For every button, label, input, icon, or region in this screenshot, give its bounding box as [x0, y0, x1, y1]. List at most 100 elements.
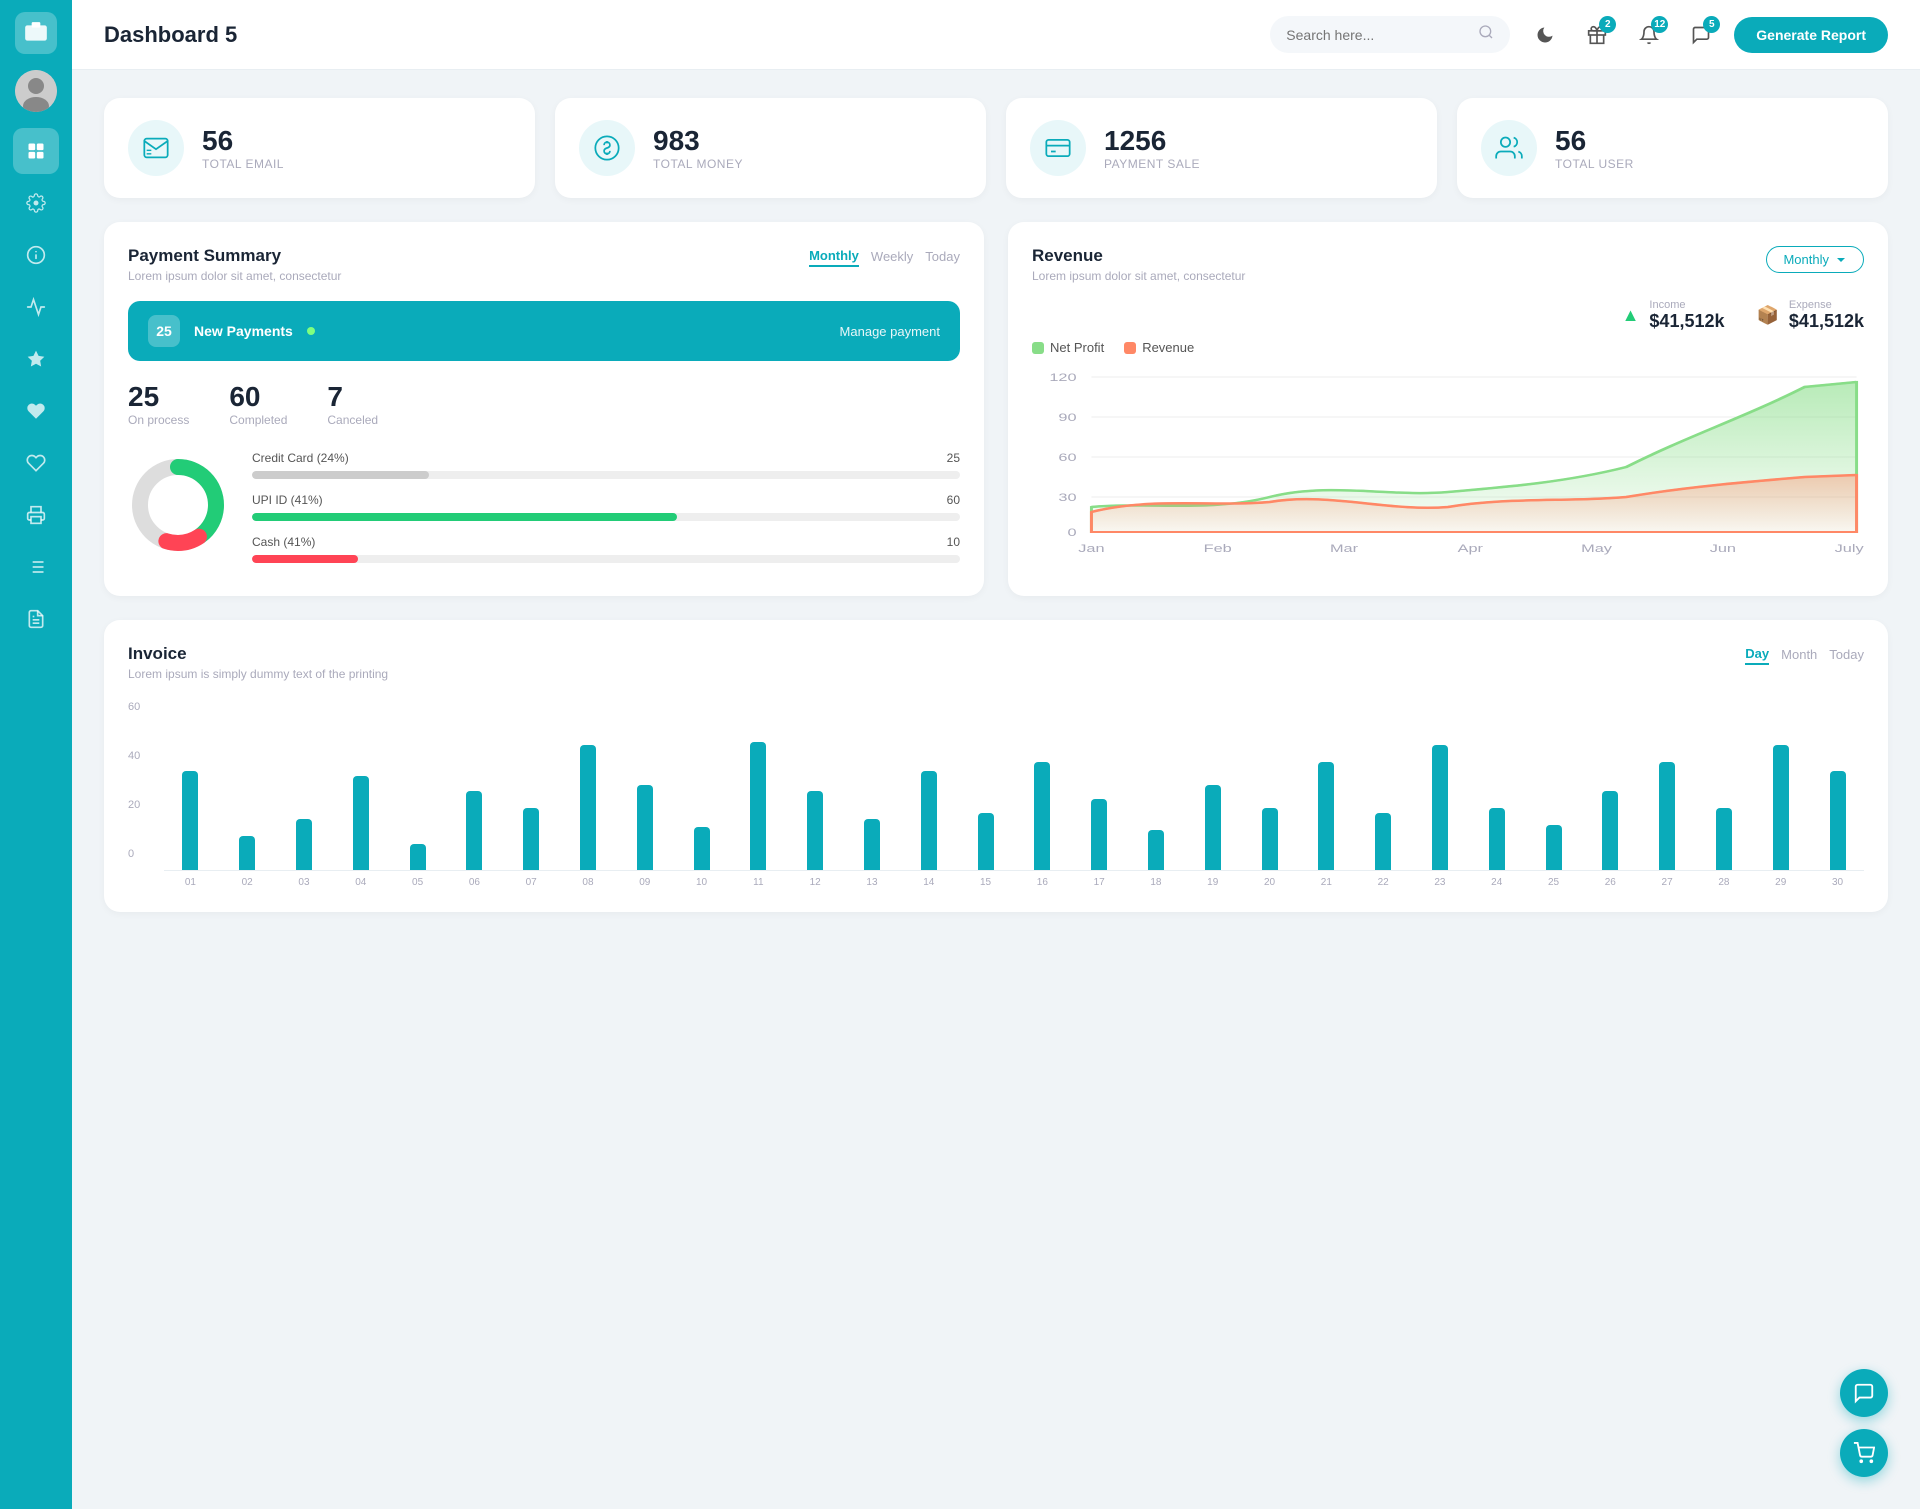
bar-col-02 — [221, 701, 274, 870]
svg-text:30: 30 — [1058, 491, 1076, 504]
progress-cash: Cash (41%) 10 — [252, 535, 960, 563]
sidebar-item-report[interactable] — [13, 596, 59, 642]
bar-col-16 — [1016, 701, 1069, 870]
x-label-08: 08 — [562, 877, 615, 888]
bar-25[interactable] — [1546, 825, 1562, 870]
bar-13[interactable] — [864, 819, 880, 870]
stat-completed: 60 Completed — [229, 381, 287, 427]
expense-icon: 📦 — [1757, 305, 1779, 326]
bar-17[interactable] — [1091, 799, 1107, 870]
tab-monthly[interactable]: Monthly — [809, 246, 859, 267]
bar-18[interactable] — [1148, 830, 1164, 870]
svg-text:Apr: Apr — [1458, 542, 1484, 555]
sidebar-item-heart2[interactable] — [13, 440, 59, 486]
y-axis-labels: 0 20 40 60 — [128, 701, 140, 860]
sidebar-item-print[interactable] — [13, 492, 59, 538]
sidebar-item-dashboard[interactable] — [13, 128, 59, 174]
bar-26[interactable] — [1602, 791, 1618, 870]
bar-col-06 — [448, 701, 501, 870]
invoice-tab-day[interactable]: Day — [1745, 644, 1769, 665]
bar-10[interactable] — [694, 827, 710, 870]
bar-05[interactable] — [410, 844, 426, 870]
sidebar-item-info[interactable] — [13, 232, 59, 278]
bar-23[interactable] — [1432, 745, 1448, 870]
sidebar-item-list[interactable] — [13, 544, 59, 590]
x-label-28: 28 — [1698, 877, 1751, 888]
stat-card-payment: 1256 PAYMENT SALE — [1006, 98, 1437, 198]
x-label-03: 03 — [278, 877, 331, 888]
revenue-title: Revenue — [1032, 246, 1245, 266]
bar-16[interactable] — [1034, 762, 1050, 870]
bar-06[interactable] — [466, 791, 482, 870]
invoice-card: Invoice Lorem ipsum is simply dummy text… — [104, 620, 1888, 912]
bar-29[interactable] — [1773, 745, 1789, 870]
bar-20[interactable] — [1262, 808, 1278, 870]
bar-12[interactable] — [807, 791, 823, 870]
tab-today[interactable]: Today — [925, 247, 960, 266]
bar-07[interactable] — [523, 808, 539, 870]
progress-bars: Credit Card (24%) 25 UPI ID (41%) 60 — [252, 451, 960, 563]
email-stat-icon — [128, 120, 184, 176]
messages-button[interactable]: 5 — [1682, 16, 1720, 54]
gift-badge: 2 — [1599, 16, 1616, 33]
bar-28[interactable] — [1716, 808, 1732, 870]
search-icon[interactable] — [1478, 24, 1494, 45]
payment-tabs: Monthly Weekly Today — [809, 246, 960, 267]
floating-buttons — [1840, 1369, 1888, 1477]
new-payments-label: New Payments — [194, 323, 293, 339]
x-label-19: 19 — [1186, 877, 1239, 888]
bars-container: 0102030405060708091011121314151617181920… — [164, 701, 1864, 888]
sidebar-item-analytics[interactable] — [13, 284, 59, 330]
manage-payment-link[interactable]: Manage payment — [840, 324, 940, 339]
sidebar-item-favorites[interactable] — [13, 336, 59, 382]
bar-22[interactable] — [1375, 813, 1391, 870]
sidebar-logo[interactable] — [15, 12, 57, 54]
notification-button[interactable]: 12 — [1630, 16, 1668, 54]
expense-item: 📦 Expense $41,512k — [1757, 299, 1865, 332]
x-label-23: 23 — [1414, 877, 1467, 888]
bar-col-04 — [334, 701, 387, 870]
svg-text:Feb: Feb — [1204, 542, 1232, 555]
invoice-tab-today[interactable]: Today — [1829, 645, 1864, 664]
invoice-tab-month[interactable]: Month — [1781, 645, 1817, 664]
bar-30[interactable] — [1830, 771, 1846, 870]
x-label-13: 13 — [846, 877, 899, 888]
avatar[interactable] — [15, 70, 57, 112]
x-label-15: 15 — [959, 877, 1012, 888]
support-button[interactable] — [1840, 1369, 1888, 1417]
x-label-21: 21 — [1300, 877, 1353, 888]
x-label-25: 25 — [1527, 877, 1580, 888]
gift-icon-button[interactable]: 2 — [1578, 16, 1616, 54]
search-input[interactable] — [1286, 27, 1470, 43]
sidebar-item-settings[interactable] — [13, 180, 59, 226]
stat-card-email: 56 TOTAL EMAIL — [104, 98, 535, 198]
x-label-24: 24 — [1470, 877, 1523, 888]
bar-01[interactable] — [182, 771, 198, 870]
payment-stats-row: 25 On process 60 Completed 7 Canceled — [128, 381, 960, 427]
dark-mode-button[interactable] — [1526, 16, 1564, 54]
bar-col-30 — [1811, 701, 1864, 870]
bar-19[interactable] — [1205, 785, 1221, 870]
bar-11[interactable] — [750, 742, 766, 870]
generate-report-button[interactable]: Generate Report — [1734, 17, 1888, 53]
bar-08[interactable] — [580, 745, 596, 870]
middle-row: Payment Summary Lorem ipsum dolor sit am… — [104, 222, 1888, 596]
tab-weekly[interactable]: Weekly — [871, 247, 913, 266]
stat-canceled: 7 Canceled — [327, 381, 378, 427]
x-label-10: 10 — [675, 877, 728, 888]
bar-21[interactable] — [1318, 762, 1334, 870]
bar-24[interactable] — [1489, 808, 1505, 870]
cart-button[interactable] — [1840, 1429, 1888, 1477]
revenue-monthly-dropdown[interactable]: Monthly — [1766, 246, 1864, 273]
bar-col-13 — [846, 701, 899, 870]
bar-04[interactable] — [353, 776, 369, 870]
bar-15[interactable] — [978, 813, 994, 870]
bar-02[interactable] — [239, 836, 255, 870]
bar-27[interactable] — [1659, 762, 1675, 870]
bar-03[interactable] — [296, 819, 312, 870]
bar-14[interactable] — [921, 771, 937, 870]
bar-09[interactable] — [637, 785, 653, 870]
new-payments-bar: 25 New Payments Manage payment — [128, 301, 960, 361]
sidebar-item-heart[interactable] — [13, 388, 59, 434]
revenue-chart: 120 90 60 30 0 — [1032, 367, 1864, 572]
